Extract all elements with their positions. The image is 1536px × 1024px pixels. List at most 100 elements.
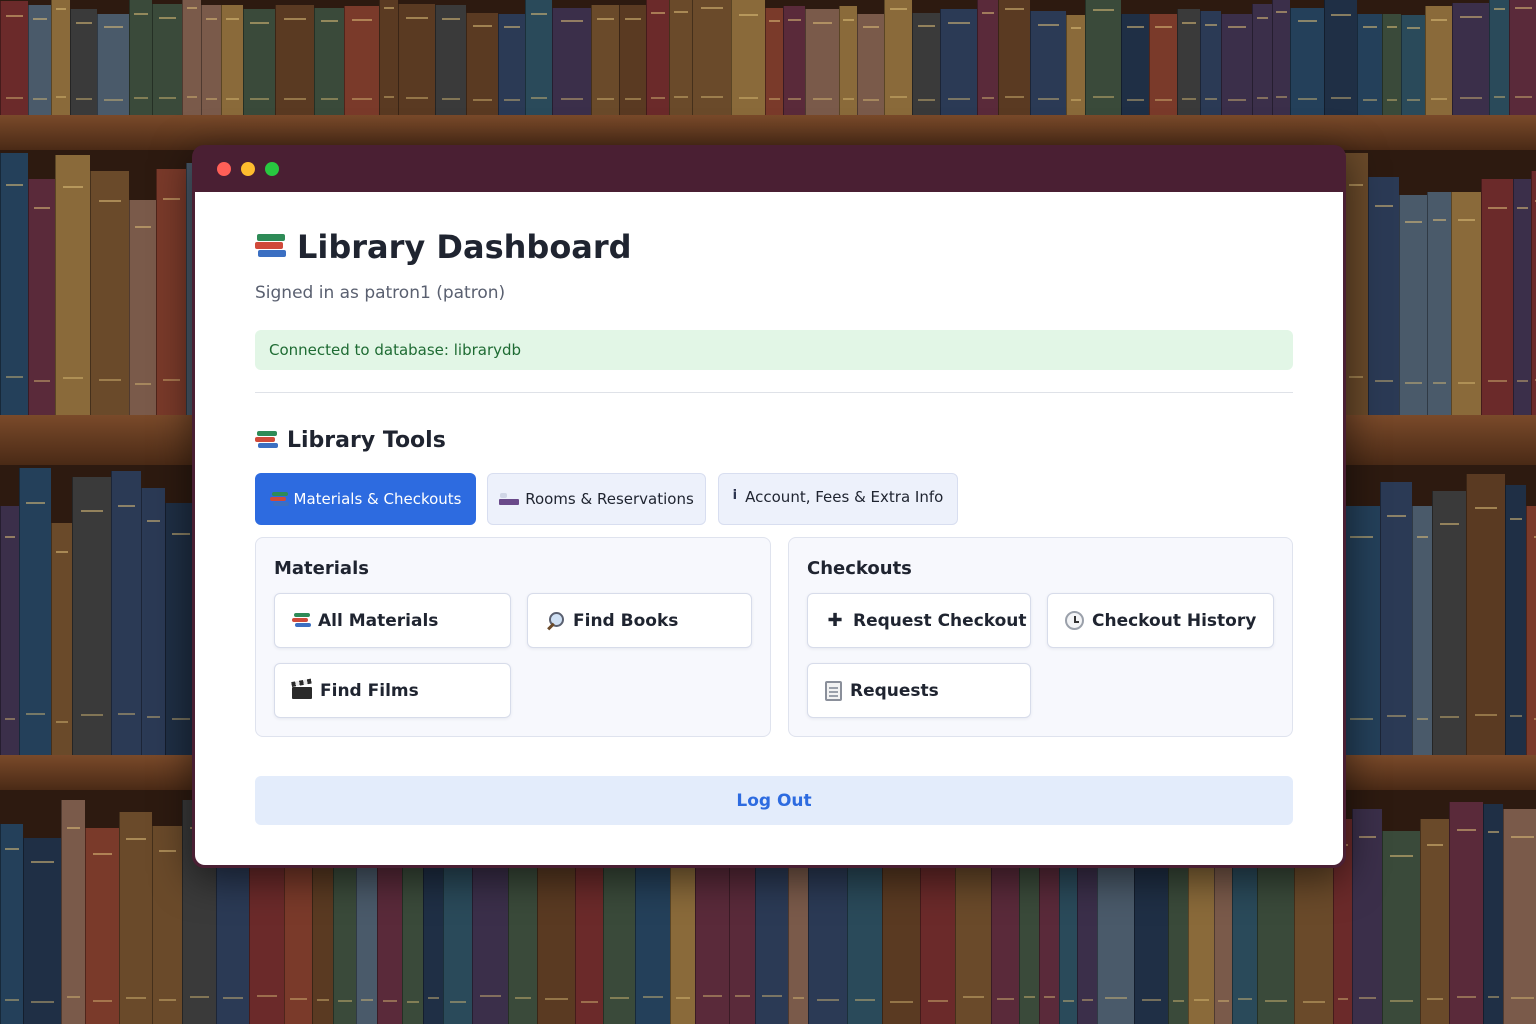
book-spine [1200, 11, 1221, 115]
books-icon [255, 234, 286, 260]
logout-button[interactable]: Log Out [255, 776, 1293, 825]
book-spine [1505, 485, 1526, 755]
library-tools-title: Library Tools [287, 428, 446, 453]
book-spine [0, 152, 28, 415]
maximize-window-button[interactable] [265, 162, 279, 176]
book-spine [912, 12, 940, 115]
book-spine [119, 811, 152, 1024]
book-spine [28, 5, 51, 115]
book-spine [1030, 11, 1066, 115]
books-icon [255, 431, 278, 450]
close-window-button[interactable] [217, 162, 231, 176]
magnifier-icon [545, 611, 565, 631]
book-spine [552, 7, 591, 115]
book-spine [0, 1, 28, 115]
info-icon: i [732, 488, 738, 503]
book-spine [619, 5, 646, 115]
minimize-window-button[interactable] [241, 162, 255, 176]
find-books-button[interactable]: Find Books [527, 593, 752, 648]
book-spine [1412, 505, 1432, 755]
book-spine [1531, 171, 1536, 415]
book-spine [1085, 0, 1121, 115]
book-spine [525, 0, 552, 115]
book-spine [51, 0, 70, 115]
book-spine [498, 13, 525, 115]
book-spine [466, 12, 498, 115]
library-tools-heading: Library Tools [255, 428, 446, 453]
book-spine [731, 0, 765, 115]
book-spine [1368, 176, 1399, 415]
book-spine [1481, 179, 1513, 415]
request-checkout-button[interactable]: ✚ Request Checkout [807, 593, 1031, 648]
tab-account-fees-info[interactable]: i Account, Fees & Extra Info [718, 473, 958, 525]
find-films-button[interactable]: Find Films [274, 663, 511, 718]
book-spine [1177, 8, 1200, 115]
book-spine [1066, 15, 1085, 115]
tab-label: Rooms & Reservations [525, 490, 694, 508]
book-spine [1149, 13, 1177, 115]
book-spine [23, 838, 61, 1024]
book-spine [90, 171, 129, 415]
book-spine [1420, 818, 1449, 1024]
db-connection-banner: Connected to database: librarydb [255, 330, 1293, 370]
book-spine [839, 6, 857, 115]
book-spine [111, 470, 141, 755]
book-spine [243, 8, 275, 115]
memo-icon [825, 680, 842, 701]
book-spine [1526, 505, 1536, 755]
book-spine [783, 6, 805, 115]
book-spine [129, 0, 152, 115]
book-spine [805, 8, 839, 115]
book-spine [156, 168, 186, 415]
button-label: Request Checkout [853, 610, 1027, 631]
materials-panel: Materials All Materials Find Books Find … [255, 537, 771, 737]
page-title: Library Dashboard [255, 228, 632, 266]
app-window: Library Dashboard Signed in as patron1 (… [192, 145, 1346, 868]
book-spine [152, 3, 182, 115]
book-spine [85, 828, 119, 1024]
book-spine [72, 476, 111, 755]
button-label: Find Books [573, 610, 679, 631]
materials-panel-title: Materials [274, 558, 369, 579]
button-label: Requests [850, 680, 939, 701]
book-spine [28, 179, 55, 415]
all-materials-button[interactable]: All Materials [274, 593, 511, 648]
book-spine [1121, 13, 1149, 115]
bed-icon [499, 493, 520, 505]
book-spine [1221, 13, 1252, 115]
page-title-text: Library Dashboard [297, 228, 632, 266]
books-icon [292, 613, 311, 628]
book-spine [1451, 192, 1481, 415]
book-spine [1483, 804, 1503, 1024]
tab-materials-checkouts[interactable]: Materials & Checkouts [255, 473, 476, 525]
button-label: Find Films [320, 680, 419, 701]
book-spine [884, 0, 912, 115]
dashboard-content: Library Dashboard Signed in as patron1 (… [195, 192, 1343, 865]
shelf-row [0, 0, 1536, 115]
book-spine [152, 826, 182, 1024]
book-spine [1357, 13, 1382, 115]
book-spine [1343, 152, 1368, 415]
book-spine [97, 13, 129, 115]
tab-rooms-reservations[interactable]: Rooms & Reservations [487, 473, 706, 525]
book-spine [314, 7, 344, 115]
book-spine [1352, 809, 1382, 1024]
book-spine [275, 5, 314, 115]
checkout-history-button[interactable]: Checkout History [1047, 593, 1274, 648]
book-spine [129, 200, 156, 415]
book-spine [19, 467, 51, 755]
book-spine [51, 523, 72, 755]
requests-button[interactable]: Requests [807, 663, 1031, 718]
window-titlebar [195, 145, 1343, 192]
book-spine [70, 8, 97, 115]
book-spine [1489, 0, 1509, 115]
book-spine [1382, 13, 1401, 115]
book-spine [998, 0, 1030, 115]
book-spine [692, 0, 731, 115]
book-spine [201, 5, 221, 115]
book-spine [857, 13, 884, 115]
book-spine [646, 0, 669, 115]
book-spine [55, 155, 90, 415]
book-spine [0, 505, 19, 755]
book-spine [591, 5, 619, 115]
